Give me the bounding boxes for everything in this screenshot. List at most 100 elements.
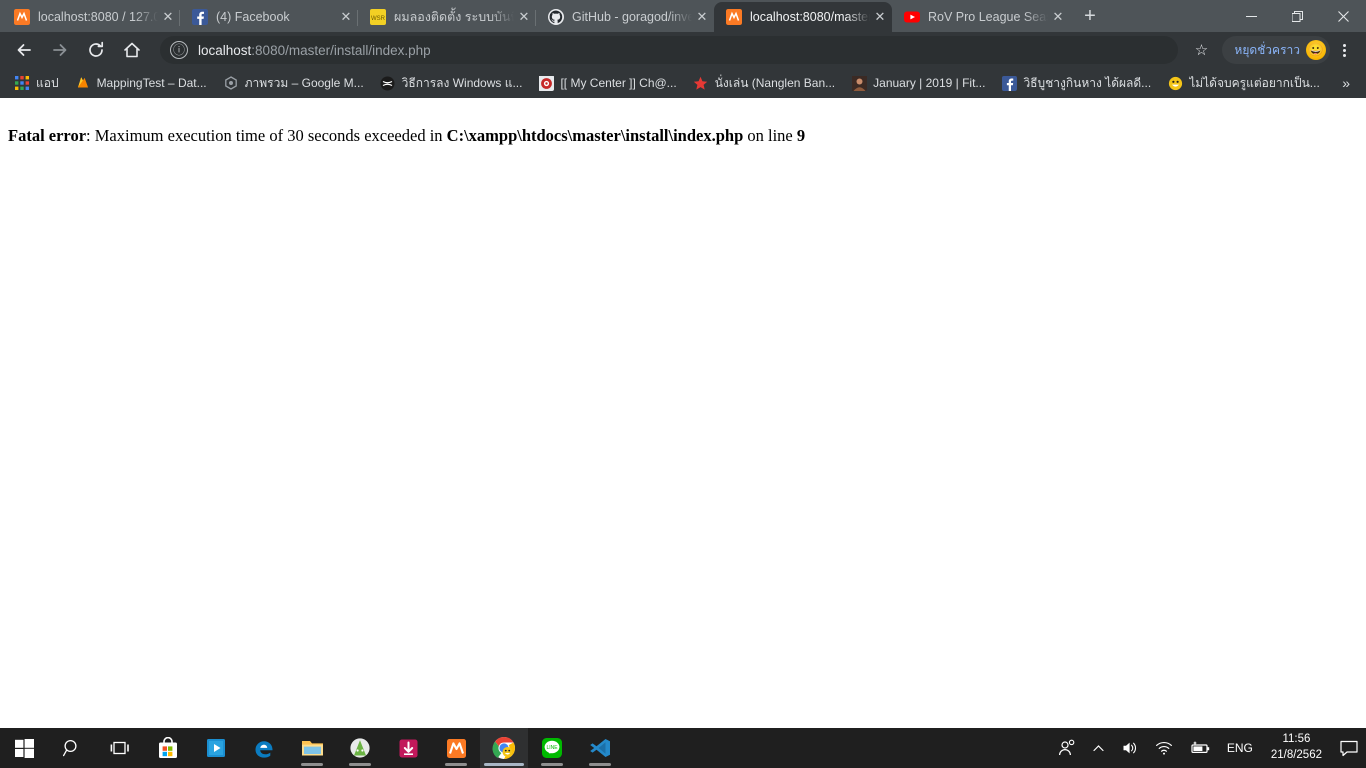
star-red-icon — [693, 75, 709, 91]
bookmark-label: ไม่ได้จบครูแต่อยากเป็น... — [1189, 75, 1320, 90]
bookmark-item-windows-howto[interactable]: วิธีการลง Windows แ... — [372, 71, 531, 95]
bookmark-label: ภาพรวม – Google M... — [244, 75, 364, 90]
sync-paused-button[interactable]: หยุดชั่วคราว 😀 — [1222, 36, 1330, 64]
svg-text:LINE: LINE — [546, 745, 558, 751]
running-indicator — [541, 763, 563, 766]
line-icon: LINE — [540, 736, 564, 760]
volume-icon[interactable] — [1113, 728, 1147, 768]
bookmark-label: วิธีการลง Windows แ... — [401, 75, 523, 90]
bookmark-label: MappingTest – Dat... — [96, 76, 207, 90]
firebase-icon — [75, 75, 91, 91]
bookmark-item-google-maps[interactable]: ภาพรวม – Google M... — [215, 71, 372, 95]
movies-tv-icon — [204, 736, 228, 760]
apps-grid-icon — [14, 75, 30, 91]
error-separator: : — [86, 126, 95, 145]
site-info-icon[interactable]: ⓘ — [170, 41, 188, 59]
vscode-icon — [588, 736, 612, 760]
search-button[interactable] — [48, 728, 96, 768]
running-indicator-active — [484, 763, 524, 766]
people-icon[interactable] — [1050, 728, 1084, 768]
taskbar-item-internet-download-manager[interactable] — [384, 728, 432, 768]
forward-button[interactable] — [44, 34, 76, 66]
tab-title: (4) Facebook — [216, 10, 290, 24]
tab-close-icon[interactable]: ✕ — [694, 9, 710, 25]
github-favicon — [548, 9, 564, 25]
page-viewport: Fatal error: Maximum execution time of 3… — [0, 98, 1366, 728]
taskbar-item-microsoft-edge[interactable] — [240, 728, 288, 768]
svg-text:WSR: WSR — [371, 16, 386, 22]
error-message: Maximum execution time of 30 seconds exc… — [94, 126, 447, 145]
bookmarks-overflow-button[interactable]: » — [1332, 75, 1360, 91]
bookmark-label: January | 2019 | Fit... — [873, 76, 986, 90]
tab-close-icon[interactable]: ✕ — [516, 9, 532, 25]
taskbar-item-visual-studio-code[interactable] — [576, 728, 624, 768]
wifi-icon[interactable] — [1147, 728, 1181, 768]
wsr-favicon: WSR — [370, 9, 386, 25]
tab-title: localhost:8080 / 127.0.0 — [38, 10, 158, 24]
taskbar-item-google-chrome[interactable] — [480, 728, 528, 768]
store-bag-icon — [156, 736, 180, 760]
taskbar-item-android-studio[interactable] — [336, 728, 384, 768]
window-controls — [1228, 0, 1366, 32]
taskbar-item-movies-tv[interactable] — [192, 728, 240, 768]
new-tab-button[interactable]: + — [1076, 3, 1104, 31]
running-indicator — [349, 763, 371, 766]
tab-close-icon[interactable]: ✕ — [160, 9, 176, 25]
avatar[interactable]: 😀 — [1306, 40, 1326, 60]
browser-tab-5-active[interactable]: localhost:8080/master/i ✕ — [714, 2, 892, 32]
address-bar[interactable]: ⓘ localhost:8080/master/install/index.ph… — [160, 36, 1179, 64]
bookmark-label: แอป — [36, 75, 59, 90]
taskbar-item-file-explorer[interactable] — [288, 728, 336, 768]
magnifier-icon — [60, 736, 84, 760]
restore-button[interactable] — [1274, 0, 1320, 32]
browser-tab-3[interactable]: WSR ผมลองติดตั้ง ระบบบันทึกข้อ ✕ — [358, 2, 536, 32]
folder-icon — [300, 736, 324, 760]
edge-e-icon — [252, 736, 276, 760]
battery-icon[interactable] — [1181, 728, 1219, 768]
photo-icon — [851, 75, 867, 91]
bookmark-item-my-center[interactable]: [[ My Center ]] Ch@... — [530, 71, 684, 95]
tab-close-icon[interactable]: ✕ — [338, 9, 354, 25]
browser-tab-6[interactable]: RoV Pro League Season ✕ — [892, 2, 1070, 32]
error-line-number: 9 — [796, 126, 806, 145]
close-button[interactable] — [1320, 0, 1366, 32]
home-button[interactable] — [116, 34, 148, 66]
url-host: localhost — [198, 42, 252, 58]
minimize-button[interactable] — [1228, 0, 1274, 32]
browser-tab-4[interactable]: GitHub - goragod/inve ✕ — [536, 2, 714, 32]
bookmark-label: นั่งเล่น (Nanglen Ban... — [714, 75, 836, 90]
language-indicator[interactable]: ENG — [1219, 741, 1261, 755]
bookmark-item-facebook-post[interactable]: วิธีบูชางูกินหาง ได้ผลดี... — [993, 71, 1159, 95]
youtube-favicon — [904, 9, 920, 25]
show-hidden-icons-chevron-icon[interactable] — [1084, 728, 1113, 768]
bookmark-item-january-2019[interactable]: January | 2019 | Fit... — [843, 71, 993, 95]
chrome-menu-button[interactable] — [1330, 35, 1358, 65]
taskbar-item-microsoft-store[interactable] — [144, 728, 192, 768]
clock[interactable]: 11:56 21/8/2562 — [1261, 732, 1332, 763]
bookmarks-bar: แอป MappingTest – Dat... ภาพรวม – Google… — [0, 68, 1366, 98]
error-label: Fatal error — [8, 126, 87, 145]
browser-tab-1[interactable]: localhost:8080 / 127.0.0 ✕ — [2, 2, 180, 32]
bookmark-item-apps[interactable]: แอป — [6, 71, 67, 95]
action-center-button[interactable] — [1332, 728, 1366, 768]
bookmark-star-icon[interactable]: ☆ — [1186, 35, 1216, 65]
taskbar-item-line[interactable]: LINE — [528, 728, 576, 768]
browser-tab-2[interactable]: (4) Facebook ✕ — [180, 2, 358, 32]
tab-close-icon[interactable]: ✕ — [1050, 9, 1066, 25]
bookmark-label: [[ My Center ]] Ch@... — [560, 76, 677, 90]
three-dots-icon — [1342, 43, 1346, 57]
xampp-favicon — [14, 9, 30, 25]
browser-toolbar: ⓘ localhost:8080/master/install/index.ph… — [0, 32, 1366, 68]
globe-dark-icon — [380, 75, 396, 91]
bookmark-item-nanglen[interactable]: นั่งเล่น (Nanglen Ban... — [685, 71, 843, 95]
bookmark-item-mappingtest[interactable]: MappingTest – Dat... — [67, 71, 215, 95]
bookmark-item-teacher-post[interactable]: ไม่ได้จบครูแต่อยากเป็น... — [1159, 71, 1328, 95]
running-indicator — [301, 763, 323, 766]
back-button[interactable] — [8, 34, 40, 66]
tab-close-icon[interactable]: ✕ — [872, 9, 888, 25]
start-button[interactable] — [0, 728, 48, 768]
reload-button[interactable] — [80, 34, 112, 66]
android-studio-icon — [348, 736, 372, 760]
task-view-button[interactable] — [96, 728, 144, 768]
taskbar-item-xampp[interactable] — [432, 728, 480, 768]
